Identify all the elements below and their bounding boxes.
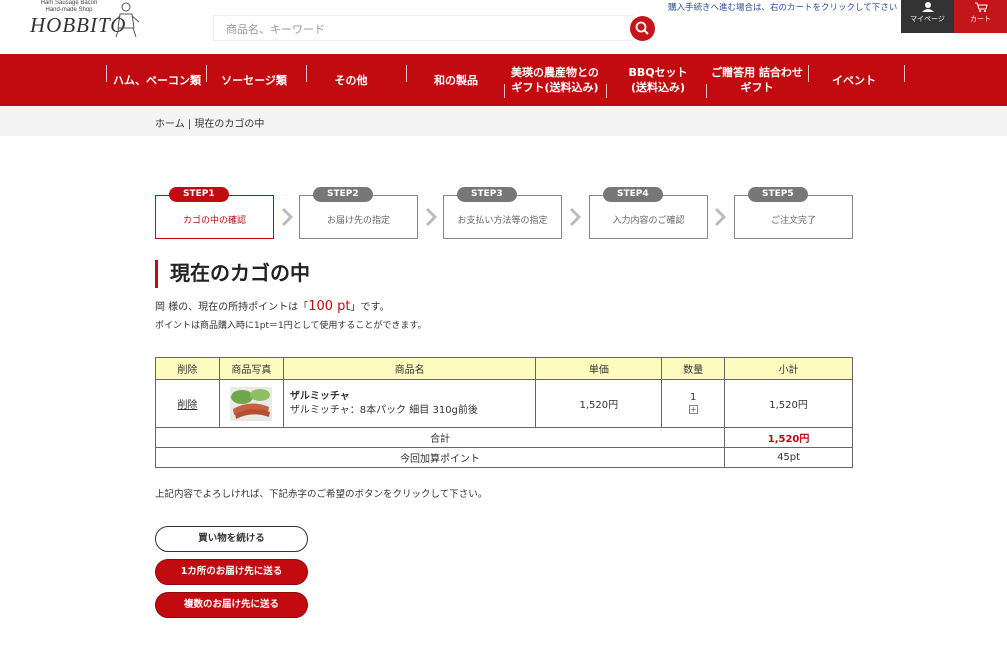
ship-single-address-button[interactable]: 1カ所のお届け先に送る <box>155 559 308 585</box>
site-logo[interactable]: Ham Sausage Bacon Hand-made Shop HOBBITO <box>28 0 143 40</box>
total-row: 合計 1,520円 <box>154 427 853 448</box>
step-label: ご注文完了 <box>770 216 816 226</box>
breadcrumb[interactable]: ホーム | 現在のカゴの中 <box>155 115 264 130</box>
search-icon <box>635 21 649 35</box>
nav-item-ham-bacon[interactable]: ハム、ベーコン類 <box>112 54 202 106</box>
page-title: 現在のカゴの中 <box>155 260 310 288</box>
added-points-value: 45pt <box>724 447 853 468</box>
step-label: カゴの中の確認 <box>182 216 246 226</box>
delete-link[interactable]: 削除 <box>177 400 197 411</box>
header-note: 購入手続きへ進む場合は、右のカートをクリックして下さい <box>668 3 898 13</box>
col-header-price: 単価 <box>535 357 663 380</box>
col-header-delete: 削除 <box>155 357 220 380</box>
mypage-button[interactable]: マイページ <box>901 0 954 33</box>
points-row: 今回加算ポイント 45pt <box>154 447 853 468</box>
step-1: STEP1 カゴの中の確認 <box>155 187 274 239</box>
col-header-photo: 商品写真 <box>218 357 284 380</box>
chevron-right-icon <box>714 207 726 227</box>
step-5: STEP5 ご注文完了 <box>734 187 853 239</box>
ship-multiple-addresses-button[interactable]: 複数のお届け先に送る <box>155 592 308 618</box>
product-name: ザルミッチャ <box>289 390 350 402</box>
points-prefix: 岡 様の、現在の所持ポイントは「 <box>155 302 309 313</box>
nav-divider <box>106 65 107 82</box>
step-label: 入力内容のご確認 <box>612 216 685 226</box>
points-note: ポイントは商品購入時に1pt＝1円として使用することができます。 <box>155 321 427 331</box>
step-2: STEP2 お届け先の指定 <box>299 187 418 239</box>
product-image[interactable] <box>230 386 273 421</box>
nav-item-other[interactable]: その他 <box>316 54 386 106</box>
step-3: STEP3 お支払い方法等の指定 <box>443 187 562 239</box>
subtotal: 1,520円 <box>724 379 853 428</box>
chevron-right-icon <box>425 207 437 227</box>
step-badge: STEP3 <box>457 187 517 202</box>
search-input[interactable]: 商品名、キーワード <box>213 15 633 41</box>
cart-table: 削除 商品写真 商品名 単価 数量 小計 削除 ザルミッチャ ザルミッチャ：8本… <box>154 357 853 468</box>
mypage-label: マイページ <box>910 15 945 23</box>
step-badge: STEP5 <box>748 187 808 202</box>
quantity-cell: 1 + <box>661 379 726 428</box>
col-header-name: 商品名 <box>282 357 537 380</box>
nav-item-event[interactable]: イベント <box>818 54 890 106</box>
site-header: Ham Sausage Bacon Hand-made Shop HOBBITO… <box>0 0 1007 54</box>
hobbit-figure-icon <box>112 2 140 38</box>
nav-item-sausage[interactable]: ソーセージ類 <box>214 54 294 106</box>
nav-item-japanese[interactable]: 和の製品 <box>418 54 494 106</box>
nav-divider <box>406 65 407 82</box>
unit-price: 1,520円 <box>535 379 663 428</box>
cart-label: カート <box>970 15 991 23</box>
col-header-subtotal: 小計 <box>724 357 853 380</box>
nav-divider <box>504 84 505 98</box>
nav-divider <box>306 65 307 82</box>
table-row: 削除 ザルミッチャ ザルミッチャ：8本パック 細目 310g前後 1,520円 … <box>155 379 853 428</box>
nav-divider <box>206 65 207 82</box>
step-badge: STEP4 <box>603 187 663 202</box>
breadcrumb-bar: ホーム | 現在のカゴの中 <box>0 106 1007 136</box>
nav-divider <box>706 84 707 98</box>
step-4: STEP4 入力内容のご確認 <box>589 187 708 239</box>
nav-item-biei-gift[interactable]: 美瑛の農産物との ギフト(送料込み) <box>507 54 603 106</box>
nav-item-gift-set[interactable]: ご贈答用 詰合わせ ギフト <box>708 54 806 106</box>
sausage-image <box>230 386 273 421</box>
user-icon <box>921 2 934 12</box>
cart-button[interactable]: カート <box>954 0 1007 33</box>
nav-divider <box>904 65 905 82</box>
step-badge: STEP1 <box>169 187 229 202</box>
chevron-right-icon <box>569 207 581 227</box>
step-label: お届け先の指定 <box>326 216 390 226</box>
product-name-cell: ザルミッチャ ザルミッチャ：8本パック 細目 310g前後 <box>282 379 537 428</box>
nav-divider <box>606 84 607 98</box>
logo-tagline: Ham Sausage Bacon Hand-made Shop <box>40 0 98 13</box>
added-points-label: 今回加算ポイント <box>154 447 726 468</box>
nav-item-bbq-set[interactable]: BBQセット (送料込み) <box>612 54 704 106</box>
plus-icon[interactable]: + <box>688 405 698 414</box>
cart-icon <box>974 2 988 12</box>
confirm-note: 上記内容でよろしければ、下記赤字のご希望のボタンをクリックして下さい。 <box>155 489 488 500</box>
step-label: お支払い方法等の指定 <box>457 216 548 226</box>
points-line: 岡 様の、現在の所持ポイントは「100 pt」です。 <box>155 298 389 314</box>
product-detail: ザルミッチャ：8本パック 細目 310g前後 <box>289 404 478 416</box>
total-value: 1,520円 <box>724 427 853 448</box>
step-badge: STEP2 <box>313 187 373 202</box>
search-placeholder: 商品名、キーワード <box>226 23 325 36</box>
quantity-value: 1 <box>689 392 697 403</box>
table-header-row: 削除 商品写真 商品名 単価 数量 小計 <box>155 357 853 380</box>
nav-divider <box>808 65 809 82</box>
col-header-qty: 数量 <box>661 357 726 380</box>
points-suffix: 」です。 <box>350 302 390 313</box>
continue-shopping-button[interactable]: 買い物を続ける <box>155 526 308 552</box>
total-label: 合計 <box>154 427 726 448</box>
main-nav: ハム、ベーコン類 ソーセージ類 その他 和の製品 美瑛の農産物との ギフト(送料… <box>0 54 1007 106</box>
search-button[interactable] <box>630 16 655 41</box>
chevron-right-icon <box>281 207 293 227</box>
points-value: 100 pt <box>308 299 351 314</box>
